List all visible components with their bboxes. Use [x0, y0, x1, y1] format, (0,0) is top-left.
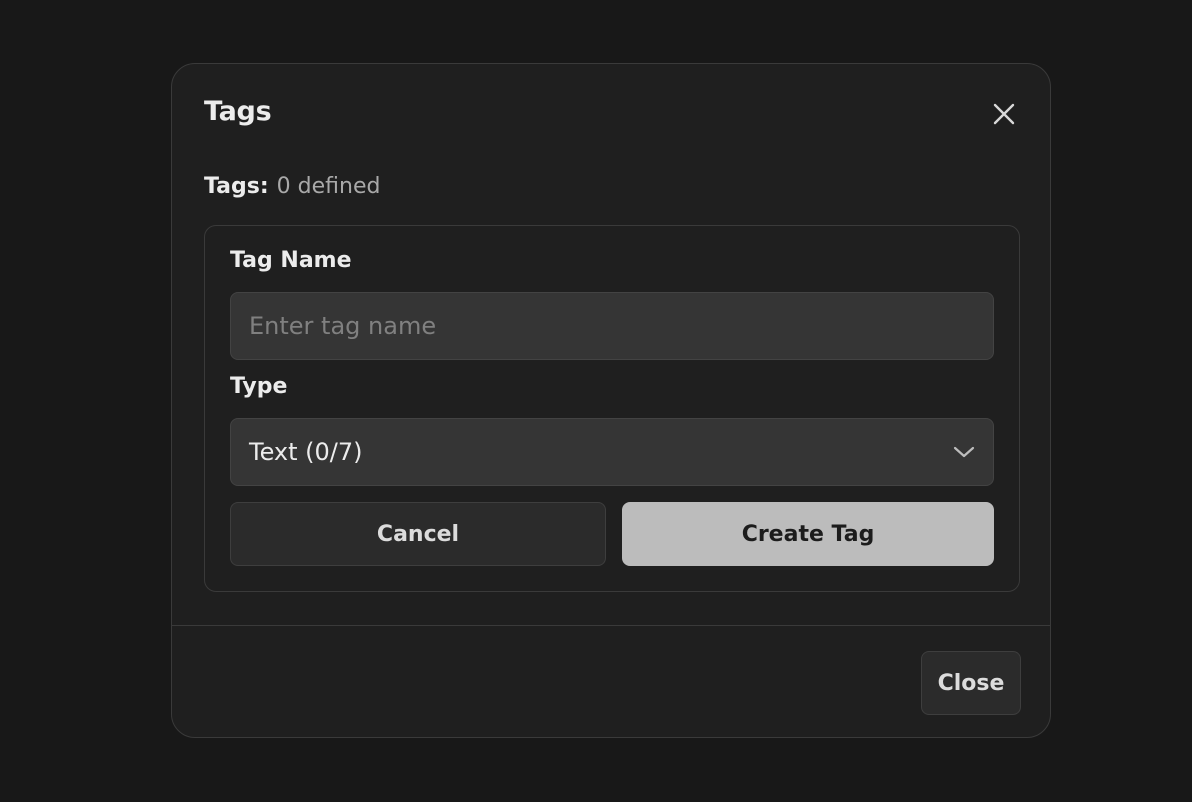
tags-dialog: Tags Tags: 0 defined Tag Name Type Text (… [171, 63, 1051, 738]
footer-divider [172, 625, 1050, 626]
tags-summary: Tags: 0 defined [204, 174, 380, 199]
dialog-title: Tags [204, 96, 272, 127]
close-icon [993, 103, 1015, 125]
new-tag-form: Tag Name Type Text (0/7) Cancel Create T… [204, 225, 1020, 592]
tags-summary-count: 0 defined [276, 174, 381, 199]
tag-name-input[interactable] [230, 292, 994, 360]
type-select[interactable]: Text (0/7) [230, 418, 994, 486]
type-select-value: Text (0/7) [249, 438, 363, 466]
tag-name-label: Tag Name [230, 248, 352, 273]
type-label: Type [230, 374, 288, 399]
close-dialog-button[interactable] [988, 98, 1020, 130]
chevron-down-icon [953, 446, 975, 458]
tags-summary-label: Tags: [204, 174, 269, 199]
cancel-button[interactable]: Cancel [230, 502, 606, 566]
close-button[interactable]: Close [921, 651, 1021, 715]
create-tag-button[interactable]: Create Tag [622, 502, 994, 566]
